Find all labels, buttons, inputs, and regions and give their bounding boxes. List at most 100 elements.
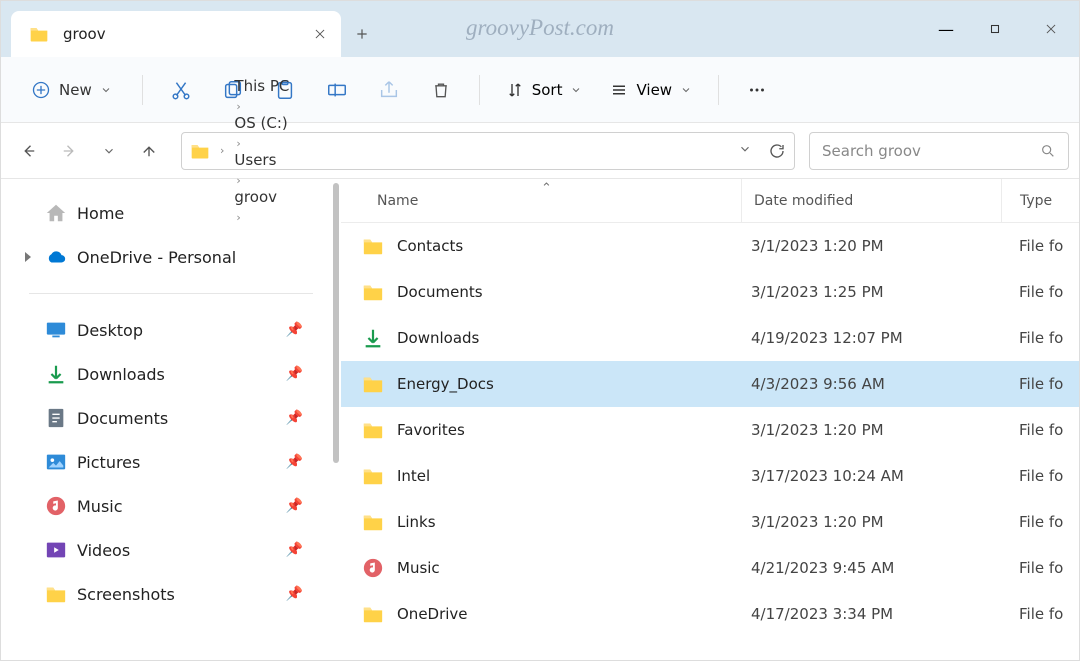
folder-icon [361, 280, 385, 304]
chevron-down-icon[interactable] [738, 142, 752, 160]
file-date: 3/1/2023 1:20 PM [741, 421, 1001, 439]
pin-icon: 📌 [286, 366, 303, 382]
close-tab-button[interactable] [313, 27, 327, 41]
column-type[interactable]: Type [1001, 179, 1052, 222]
file-type: File fo [1001, 559, 1063, 577]
sidebar-item-documents[interactable]: Documents 📌 [9, 396, 333, 440]
sidebar-item-desktop[interactable]: Desktop📌 [9, 308, 333, 352]
share-button[interactable] [367, 70, 411, 110]
desktop-icon [45, 319, 67, 341]
sidebar-item-pictures[interactable]: Pictures📌 [9, 440, 333, 484]
table-row[interactable]: Music 4/21/2023 9:45 AM File fo [341, 545, 1079, 591]
folder-icon [361, 418, 385, 442]
sidebar-item-videos[interactable]: Videos📌 [9, 528, 333, 572]
view-label: View [636, 81, 672, 99]
folder-icon [361, 510, 385, 534]
file-list: ⌃ Name Date modified Type Contacts 3/1/2… [341, 179, 1079, 660]
sort-button[interactable]: Sort [496, 75, 593, 105]
more-button[interactable] [735, 70, 779, 110]
separator [29, 293, 313, 294]
file-name: Contacts [397, 237, 463, 255]
search-placeholder: Search groov [822, 142, 1040, 160]
music-icon [45, 495, 67, 517]
file-date: 3/1/2023 1:20 PM [741, 237, 1001, 255]
table-row[interactable]: Intel 3/17/2023 10:24 AM File fo [341, 453, 1079, 499]
chevron-down-icon [100, 84, 112, 96]
close-window-button[interactable] [1023, 4, 1079, 54]
table-row[interactable]: Energy_Docs 4/3/2023 9:56 AM File fo [341, 361, 1079, 407]
sidebar-item-downloads[interactable]: Downloads📌 [9, 352, 333, 396]
cut-button[interactable] [159, 70, 203, 110]
sidebar-item-label: Pictures [77, 453, 140, 472]
column-date[interactable]: Date modified [741, 179, 1001, 222]
table-row[interactable]: Downloads 4/19/2023 12:07 PM File fo [341, 315, 1079, 361]
pin-icon: 📌 [286, 410, 303, 426]
file-date: 4/3/2023 9:56 AM [741, 375, 1001, 393]
table-row[interactable]: Links 3/1/2023 1:20 PM File fo [341, 499, 1079, 545]
file-type: File fo [1001, 467, 1063, 485]
file-type: File fo [1001, 283, 1063, 301]
file-type: File fo [1001, 375, 1063, 393]
file-date: 4/19/2023 12:07 PM [741, 329, 1001, 347]
search-input[interactable]: Search groov [809, 132, 1069, 170]
separator [479, 75, 480, 105]
file-date: 3/1/2023 1:20 PM [741, 513, 1001, 531]
folder-icon [29, 24, 49, 44]
forward-button[interactable] [51, 131, 87, 171]
recent-button[interactable] [91, 131, 127, 171]
back-button[interactable] [11, 131, 47, 171]
folder-icon [361, 464, 385, 488]
view-button[interactable]: View [600, 75, 702, 105]
file-type: File fo [1001, 513, 1063, 531]
file-date: 3/17/2023 10:24 AM [741, 467, 1001, 485]
table-row[interactable]: OneDrive 4/17/2023 3:34 PM File fo [341, 591, 1079, 637]
address-bar[interactable]: › This PC›OS (C:)›Users›groov› [181, 132, 795, 170]
column-header[interactable]: ⌃ Name Date modified Type [341, 179, 1079, 223]
sidebar-item-onedrive[interactable]: OneDrive - Personal [9, 235, 333, 279]
file-date: 4/21/2023 9:45 AM [741, 559, 1001, 577]
rename-button[interactable] [315, 70, 359, 110]
watermark: groovyPost.com [466, 15, 614, 41]
table-row[interactable]: Documents 3/1/2023 1:25 PM File fo [341, 269, 1079, 315]
music-icon [361, 556, 385, 580]
folder-icon [361, 372, 385, 396]
titlebar: groov groovyPost.com — [1, 1, 1079, 57]
sidebar-item-home[interactable]: Home [9, 191, 333, 235]
file-name: Intel [397, 467, 430, 485]
sidebar-item-label: Music [77, 497, 123, 516]
folder-icon [361, 234, 385, 258]
refresh-button[interactable] [768, 142, 786, 160]
new-button[interactable]: New [17, 74, 126, 106]
sort-icon [506, 81, 524, 99]
sidebar-scrollbar[interactable] [333, 183, 339, 463]
delete-button[interactable] [419, 70, 463, 110]
file-type: File fo [1001, 329, 1063, 347]
separator [718, 75, 719, 105]
sidebar-item-label: Home [77, 204, 124, 223]
table-row[interactable]: Favorites 3/1/2023 1:20 PM File fo [341, 407, 1079, 453]
new-tab-button[interactable] [341, 11, 383, 57]
sidebar-item-screenshots[interactable]: Screenshots📌 [9, 572, 333, 616]
breadcrumb-item[interactable]: Users [234, 151, 289, 169]
pin-icon: 📌 [286, 542, 303, 558]
sidebar-item-music[interactable]: Music 📌 [9, 484, 333, 528]
home-icon [45, 202, 67, 224]
docs-icon [45, 407, 67, 429]
up-button[interactable] [131, 131, 167, 171]
minimize-button[interactable]: — [911, 4, 967, 54]
chevron-down-icon [570, 84, 582, 96]
breadcrumb-item[interactable]: OS (C:) [234, 114, 289, 132]
file-type: File fo [1001, 421, 1063, 439]
sidebar-item-label: Screenshots [77, 585, 175, 604]
table-row[interactable]: Contacts 3/1/2023 1:20 PM File fo [341, 223, 1079, 269]
main: Home OneDrive - Personal Desktop📌Downloa… [1, 179, 1079, 660]
tab[interactable]: groov [11, 11, 341, 57]
pin-icon: 📌 [286, 322, 303, 338]
sidebar-item-label: Documents [77, 409, 168, 428]
pics-icon [45, 451, 67, 473]
pin-icon: 📌 [286, 498, 303, 514]
breadcrumb-item[interactable]: This PC [234, 77, 289, 95]
file-name: Music [397, 559, 440, 577]
maximize-button[interactable] [967, 4, 1023, 54]
file-name: Favorites [397, 421, 465, 439]
